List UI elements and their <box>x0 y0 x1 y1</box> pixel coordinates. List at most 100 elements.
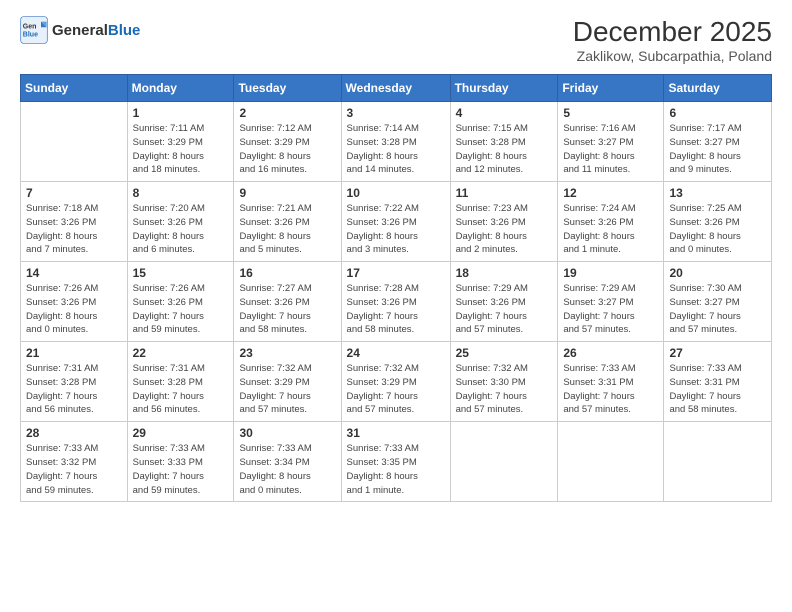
cell-w4-d6: 27 Sunrise: 7:33 AMSunset: 3:31 PMDayligh… <box>664 342 772 422</box>
day-info-15: Sunrise: 7:26 AMSunset: 3:26 PMDaylight:… <box>133 282 229 337</box>
cell-w2-d2: 9Sunrise: 7:21 AMSunset: 3:26 PMDaylight… <box>234 182 341 262</box>
day-info-22: Sunrise: 7:31 AMSunset: 3:28 PMDaylight:… <box>133 362 229 417</box>
day-info-24: Sunrise: 7:32 AMSunset: 3:29 PMDaylight:… <box>347 362 445 417</box>
day-info-25: Sunrise: 7:32 AMSunset: 3:30 PMDaylight:… <box>456 362 553 417</box>
day-number-10: 10 <box>347 186 445 200</box>
day-info-11: Sunrise: 7:23 AMSunset: 3:26 PMDaylight:… <box>456 202 553 257</box>
cell-w5-d2: 30 Sunrise: 7:33 AMSunset: 3:34 PMDayligh… <box>234 422 341 502</box>
calendar-header: Sunday Monday Tuesday Wednesday Thursday… <box>21 75 772 102</box>
day-number-14: 14 <box>26 266 122 280</box>
cell-w1-d1: 1Sunrise: 7:11 AMSunset: 3:29 PMDaylight… <box>127 102 234 182</box>
day-number-22: 22 <box>133 346 229 360</box>
day-number-31: 31 <box>347 426 445 440</box>
day-number-23: 23 <box>239 346 335 360</box>
cell-w4-d0: 21Sunrise: 7:31 AMSunset: 3:28 PMDayligh… <box>21 342 128 422</box>
cell-w3-d1: 15 Sunrise: 7:26 AMSunset: 3:26 PMDayligh… <box>127 262 234 342</box>
header-wednesday: Wednesday <box>341 75 450 102</box>
cell-w2-d5: 12 Sunrise: 7:24 AMSunset: 3:26 PMDayligh… <box>558 182 664 262</box>
day-number-17: 17 <box>347 266 445 280</box>
logo-general: General <box>52 22 108 39</box>
day-number-2: 2 <box>239 106 335 120</box>
day-number-13: 13 <box>669 186 766 200</box>
day-number-7: 7 <box>26 186 122 200</box>
day-number-4: 4 <box>456 106 553 120</box>
day-info-17: Sunrise: 7:28 AMSunset: 3:26 PMDaylight:… <box>347 282 445 337</box>
cell-w4-d5: 26 Sunrise: 7:33 AMSunset: 3:31 PMDayligh… <box>558 342 664 422</box>
day-number-11: 11 <box>456 186 553 200</box>
cell-w1-d0 <box>21 102 128 182</box>
day-number-3: 3 <box>347 106 445 120</box>
calendar-body: 1Sunrise: 7:11 AMSunset: 3:29 PMDaylight… <box>21 102 772 502</box>
week-row-1: 1Sunrise: 7:11 AMSunset: 3:29 PMDaylight… <box>21 102 772 182</box>
cell-w3-d0: 14 Sunrise: 7:26 AMSunset: 3:26 PMDayligh… <box>21 262 128 342</box>
day-info-18: Sunrise: 7:29 AMSunset: 3:26 PMDaylight:… <box>456 282 553 337</box>
day-number-9: 9 <box>239 186 335 200</box>
day-number-28: 28 <box>26 426 122 440</box>
header-sunday: Sunday <box>21 75 128 102</box>
cell-w1-d4: 4Sunrise: 7:15 AMSunset: 3:28 PMDaylight… <box>450 102 558 182</box>
day-number-6: 6 <box>669 106 766 120</box>
page: Gen Blue General Blue December 2025 Zakl… <box>0 0 792 612</box>
day-number-27: 27 <box>669 346 766 360</box>
logo: Gen Blue General Blue <box>20 16 140 44</box>
day-number-26: 26 <box>563 346 658 360</box>
day-headers-row: Sunday Monday Tuesday Wednesday Thursday… <box>21 75 772 102</box>
cell-w3-d5: 19Sunrise: 7:29 AMSunset: 3:27 PMDayligh… <box>558 262 664 342</box>
day-number-20: 20 <box>669 266 766 280</box>
cell-w1-d2: 2 Sunrise: 7:12 AMSunset: 3:29 PMDaylight… <box>234 102 341 182</box>
cell-w2-d6: 13 Sunrise: 7:25 AMSunset: 3:26 PMDayligh… <box>664 182 772 262</box>
day-info-31: Sunrise: 7:33 AMSunset: 3:35 PMDaylight:… <box>347 442 445 497</box>
cell-w4-d4: 25 Sunrise: 7:32 AMSunset: 3:30 PMDayligh… <box>450 342 558 422</box>
cell-w5-d1: 29Sunrise: 7:33 AMSunset: 3:33 PMDayligh… <box>127 422 234 502</box>
day-info-13: Sunrise: 7:25 AMSunset: 3:26 PMDaylight:… <box>669 202 766 257</box>
week-row-3: 14 Sunrise: 7:26 AMSunset: 3:26 PMDayligh… <box>21 262 772 342</box>
cell-w3-d3: 17 Sunrise: 7:28 AMSunset: 3:26 PMDayligh… <box>341 262 450 342</box>
header: Gen Blue General Blue December 2025 Zakl… <box>20 16 772 64</box>
day-info-10: Sunrise: 7:22 AMSunset: 3:26 PMDaylight:… <box>347 202 445 257</box>
day-info-30: Sunrise: 7:33 AMSunset: 3:34 PMDaylight:… <box>239 442 335 497</box>
cell-w4-d2: 23Sunrise: 7:32 AMSunset: 3:29 PMDayligh… <box>234 342 341 422</box>
day-info-14: Sunrise: 7:26 AMSunset: 3:26 PMDaylight:… <box>26 282 122 337</box>
header-saturday: Saturday <box>664 75 772 102</box>
cell-w3-d6: 20 Sunrise: 7:30 AMSunset: 3:27 PMDayligh… <box>664 262 772 342</box>
day-info-6: Sunrise: 7:17 AMSunset: 3:27 PMDaylight:… <box>669 122 766 177</box>
header-friday: Friday <box>558 75 664 102</box>
day-number-25: 25 <box>456 346 553 360</box>
day-info-16: Sunrise: 7:27 AMSunset: 3:26 PMDaylight:… <box>239 282 335 337</box>
day-number-12: 12 <box>563 186 658 200</box>
day-number-24: 24 <box>347 346 445 360</box>
day-info-20: Sunrise: 7:30 AMSunset: 3:27 PMDaylight:… <box>669 282 766 337</box>
day-info-12: Sunrise: 7:24 AMSunset: 3:26 PMDaylight:… <box>563 202 658 257</box>
cell-w3-d2: 16Sunrise: 7:27 AMSunset: 3:26 PMDayligh… <box>234 262 341 342</box>
title-block: December 2025 Zaklikow, Subcarpathia, Po… <box>573 16 772 64</box>
day-number-15: 15 <box>133 266 229 280</box>
svg-text:Gen: Gen <box>23 24 37 31</box>
cell-w5-d0: 28 Sunrise: 7:33 AMSunset: 3:32 PMDayligh… <box>21 422 128 502</box>
day-number-30: 30 <box>239 426 335 440</box>
cell-w1-d5: 5Sunrise: 7:16 AMSunset: 3:27 PMDaylight… <box>558 102 664 182</box>
svg-text:Blue: Blue <box>23 31 38 38</box>
cell-w4-d1: 22 Sunrise: 7:31 AMSunset: 3:28 PMDayligh… <box>127 342 234 422</box>
day-info-2: Sunrise: 7:12 AMSunset: 3:29 PMDaylight:… <box>239 122 335 177</box>
calendar-table: Sunday Monday Tuesday Wednesday Thursday… <box>20 74 772 502</box>
cell-w5-d3: 31 Sunrise: 7:33 AMSunset: 3:35 PMDayligh… <box>341 422 450 502</box>
calendar-title: December 2025 <box>573 16 772 48</box>
cell-w2-d4: 11 Sunrise: 7:23 AMSunset: 3:26 PMDayligh… <box>450 182 558 262</box>
day-info-5: Sunrise: 7:16 AMSunset: 3:27 PMDaylight:… <box>563 122 658 177</box>
day-info-28: Sunrise: 7:33 AMSunset: 3:32 PMDaylight:… <box>26 442 122 497</box>
day-info-8: Sunrise: 7:20 AMSunset: 3:26 PMDaylight:… <box>133 202 229 257</box>
day-info-3: Sunrise: 7:14 AMSunset: 3:28 PMDaylight:… <box>347 122 445 177</box>
day-info-29: Sunrise: 7:33 AMSunset: 3:33 PMDaylight:… <box>133 442 229 497</box>
day-info-27: Sunrise: 7:33 AMSunset: 3:31 PMDaylight:… <box>669 362 766 417</box>
week-row-5: 28 Sunrise: 7:33 AMSunset: 3:32 PMDayligh… <box>21 422 772 502</box>
day-info-26: Sunrise: 7:33 AMSunset: 3:31 PMDaylight:… <box>563 362 658 417</box>
day-info-7: Sunrise: 7:18 AMSunset: 3:26 PMDaylight:… <box>26 202 122 257</box>
cell-w1-d6: 6 Sunrise: 7:17 AMSunset: 3:27 PMDaylight… <box>664 102 772 182</box>
header-thursday: Thursday <box>450 75 558 102</box>
cell-w2-d1: 8Sunrise: 7:20 AMSunset: 3:26 PMDaylight… <box>127 182 234 262</box>
day-number-21: 21 <box>26 346 122 360</box>
cell-w1-d3: 3 Sunrise: 7:14 AMSunset: 3:28 PMDaylight… <box>341 102 450 182</box>
header-tuesday: Tuesday <box>234 75 341 102</box>
week-row-4: 21 Sunrise: 7:31 AMSunset: 3:28 PMDayligh… <box>21 342 772 422</box>
day-number-1: 1 <box>133 106 229 120</box>
